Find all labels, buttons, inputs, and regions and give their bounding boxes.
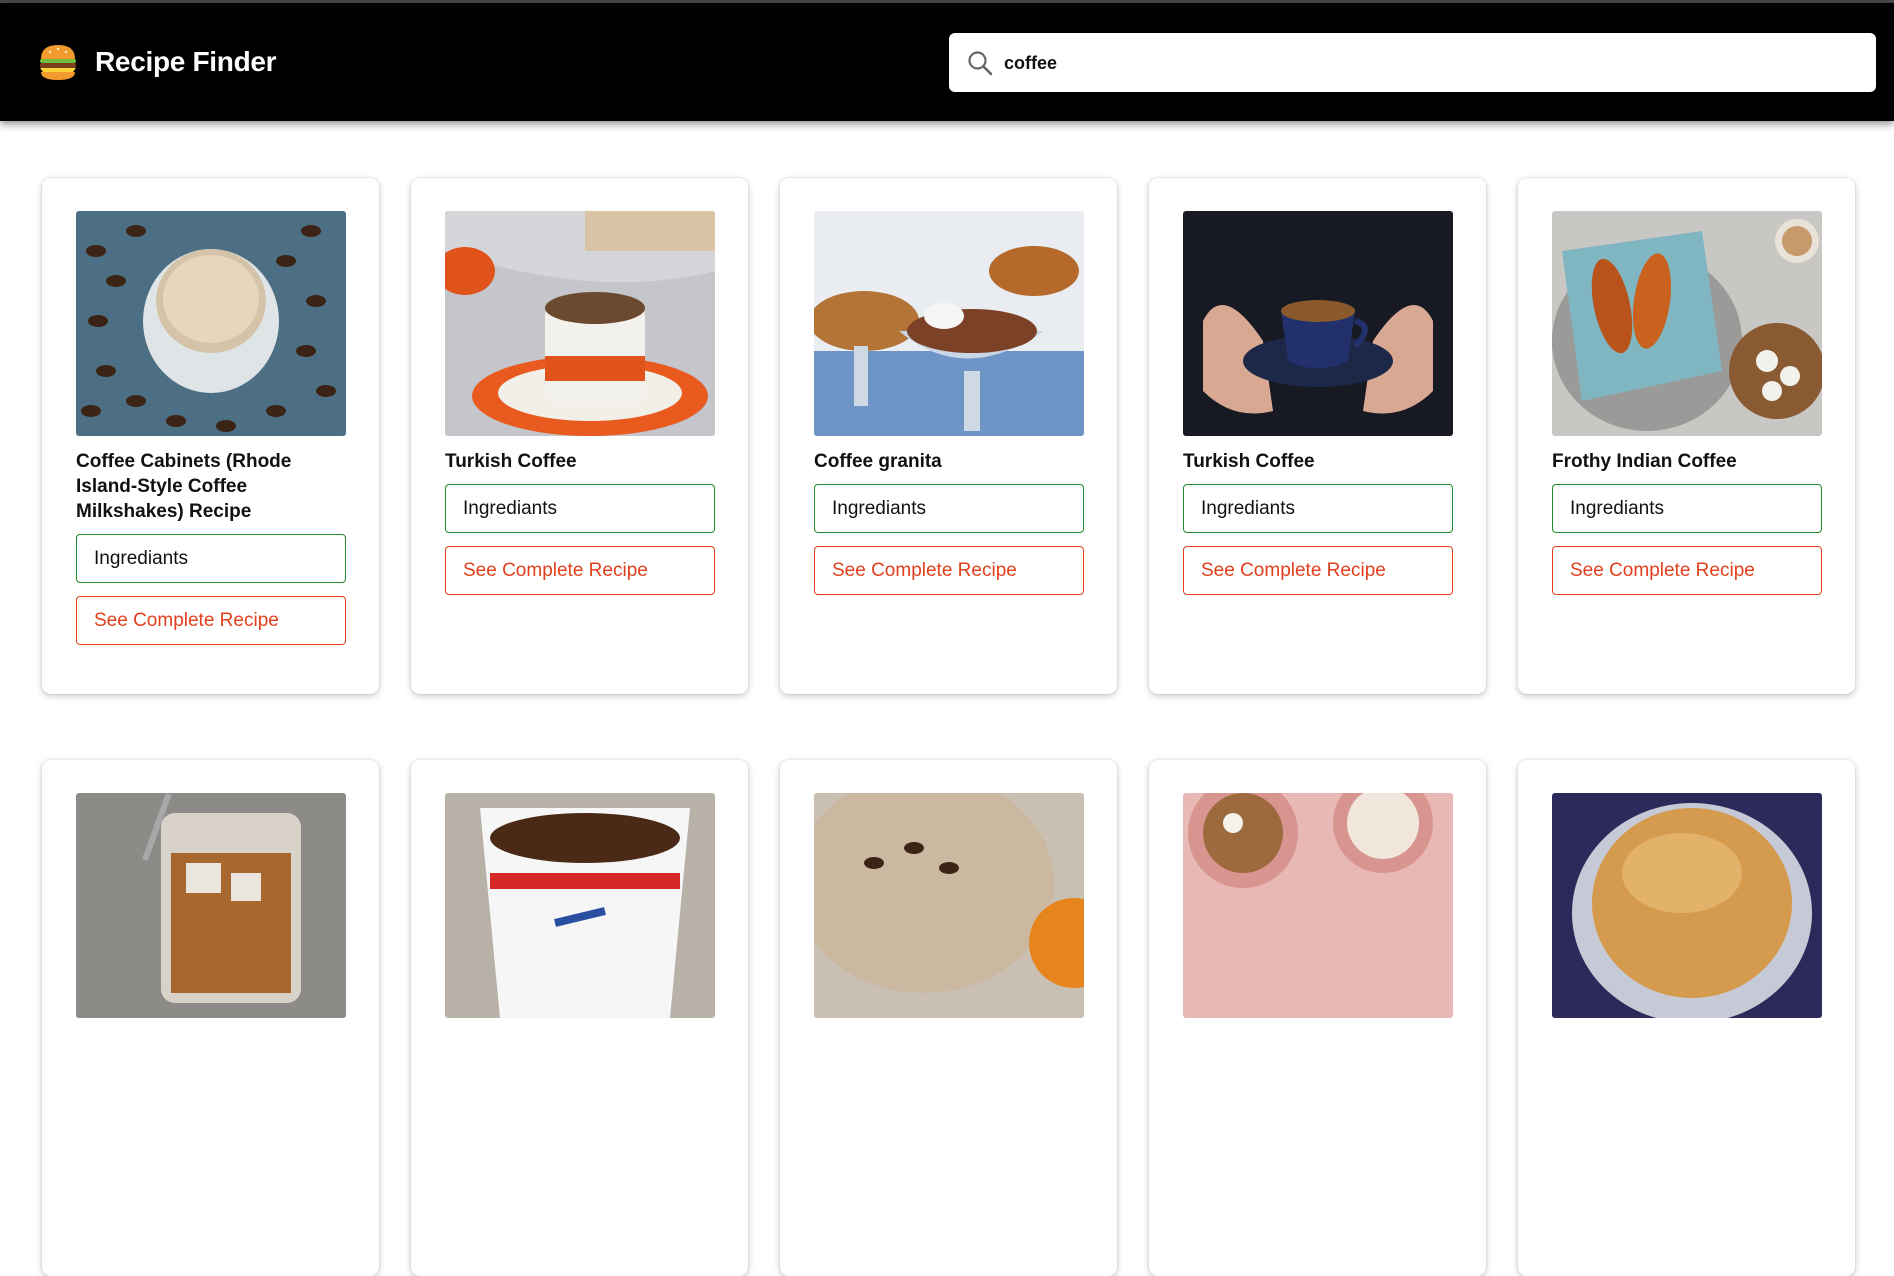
recipe-image[interactable] [1552,793,1822,1018]
recipe-image[interactable] [814,793,1084,1018]
app-header: Recipe Finder [0,3,1894,121]
recipe-image[interactable] [76,211,346,436]
ingredients-button[interactable]: Ingrediants [445,484,715,533]
recipe-image[interactable] [814,211,1084,436]
recipe-title: Frothy Indian Coffee [1552,451,1737,472]
ingredients-button[interactable]: Ingrediants [76,534,346,583]
recipe-title: Turkish Coffee [445,451,577,472]
recipe-image[interactable] [445,211,715,436]
recipe-title: Coffee Cabinets (Rhode Island-Style Coff… [76,451,292,522]
ingredients-button[interactable]: Ingrediants [1183,484,1453,533]
recipe-card [411,760,748,1276]
recipe-card: Turkish Coffee Ingrediants See Complete … [411,178,748,694]
recipe-card [1518,760,1855,1276]
recipe-card: Turkish Coffee Ingrediants See Complete … [1149,178,1486,694]
burger-icon [40,45,76,80]
see-complete-recipe-button[interactable]: See Complete Recipe [76,596,346,645]
see-complete-recipe-button[interactable]: See Complete Recipe [814,546,1084,595]
recipe-grid: Coffee Cabinets (Rhode Island-Style Coff… [0,0,1894,1276]
recipe-title: Coffee granita [814,451,942,472]
recipe-card: Coffee Cabinets (Rhode Island-Style Coff… [42,178,379,694]
see-complete-recipe-button[interactable]: See Complete Recipe [1183,546,1453,595]
recipe-card: Frothy Indian Coffee Ingrediants See Com… [1518,178,1855,694]
see-complete-recipe-button[interactable]: See Complete Recipe [1552,546,1822,595]
see-complete-recipe-button[interactable]: See Complete Recipe [445,546,715,595]
search-input[interactable] [1004,45,1854,81]
recipe-image[interactable] [76,793,346,1018]
ingredients-button[interactable]: Ingrediants [814,484,1084,533]
recipe-image[interactable] [445,793,715,1018]
search-bar[interactable] [949,33,1876,92]
recipe-title: Turkish Coffee [1183,451,1315,472]
recipe-image[interactable] [1183,793,1453,1018]
recipe-card [1149,760,1486,1276]
recipe-image[interactable] [1183,211,1453,436]
recipe-card [780,760,1117,1276]
search-icon[interactable] [967,50,993,76]
recipe-card: Coffee granita Ingrediants See Complete … [780,178,1117,694]
recipe-card [42,760,379,1276]
app-title: Recipe Finder [95,46,277,77]
ingredients-button[interactable]: Ingrediants [1552,484,1822,533]
recipe-image[interactable] [1552,211,1822,436]
